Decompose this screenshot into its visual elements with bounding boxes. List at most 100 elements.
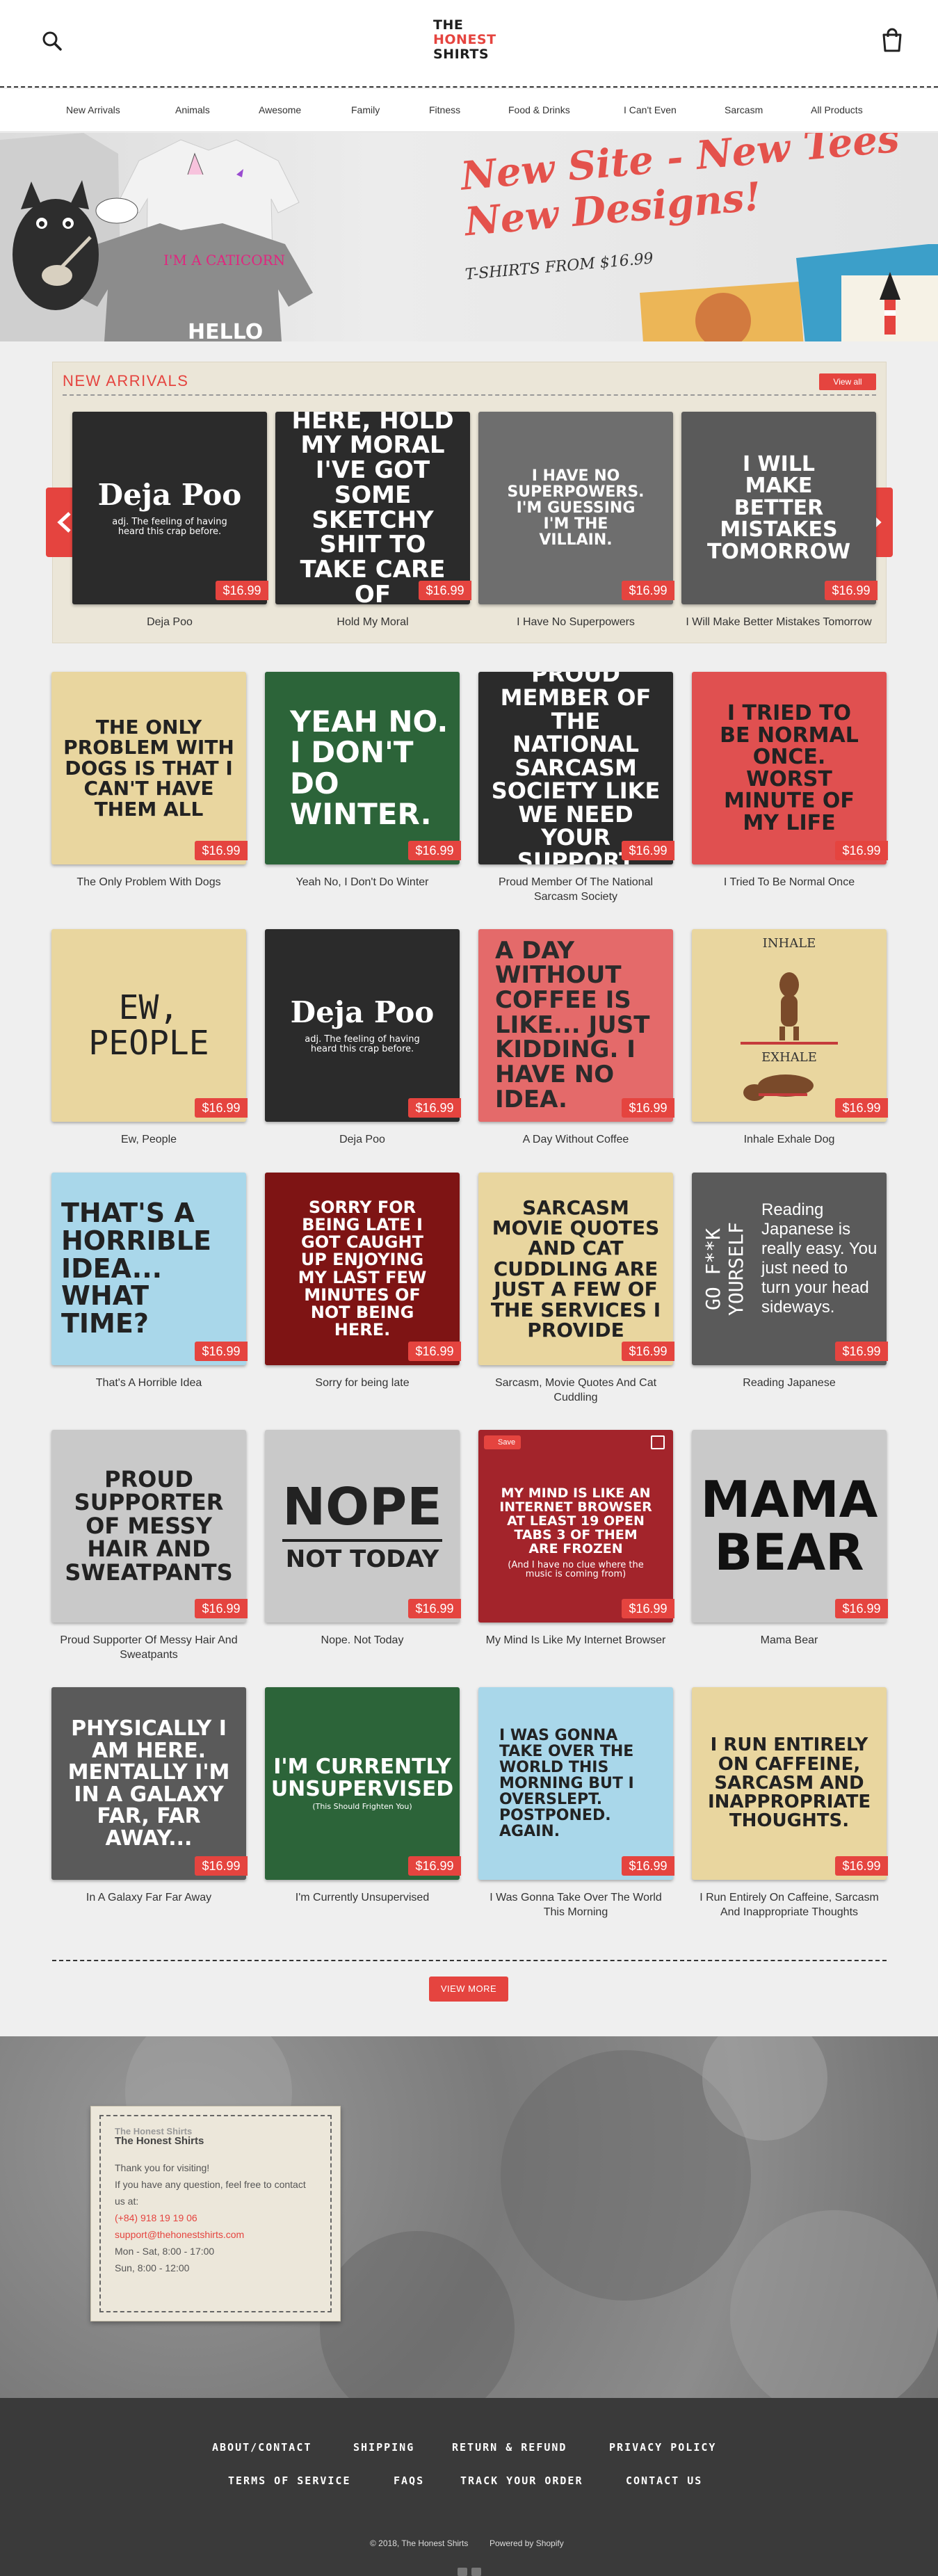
product-image[interactable]: Save MY MIND IS LIKE AN INTERNET BROWSER…	[478, 1430, 673, 1623]
product-image[interactable]: PROUD MEMBER OF THE NATIONAL SARCASM SOC…	[478, 672, 673, 864]
art-title: Deja Poo	[290, 995, 435, 1029]
product-name[interactable]: I'm Currently Unsupervised	[265, 1890, 460, 1905]
search-icon[interactable]	[42, 31, 63, 51]
contact-card-inner: The Honest Shirts The Honest Shirts Than…	[99, 2115, 332, 2312]
product-image[interactable]: Deja Poo adj. The feeling of having hear…	[265, 929, 460, 1122]
product-image[interactable]: I WILL MAKE BETTER MISTAKES TOMORROW	[681, 412, 876, 604]
product-image[interactable]: YEAH NO. I DON'T DO WINTER.	[265, 672, 460, 864]
nav-new-arrivals[interactable]: New Arrivals	[66, 104, 120, 115]
nav-awesome[interactable]: Awesome	[259, 104, 301, 115]
price-badge: $16.99	[825, 581, 878, 600]
product-name[interactable]: Inhale Exhale Dog	[692, 1132, 887, 1147]
nav-family[interactable]: Family	[351, 104, 380, 115]
footer-link-terms[interactable]: TERMS OF SERVICE	[228, 2474, 351, 2487]
product-name[interactable]: Sorry for being late	[265, 1376, 460, 1390]
product-art: PHYSICALLY I AM HERE. MENTALLY I'M IN A …	[67, 1716, 230, 1851]
powered-by-link[interactable]: Powered by Shopify	[490, 2538, 564, 2548]
product-name[interactable]: I Run Entirely On Caffeine, Sarcasm And …	[692, 1890, 887, 1919]
product-image[interactable]: I HAVE NO SUPERPOWERS. I'M GUESSING I'M …	[478, 412, 673, 604]
product-name[interactable]: A Day Without Coffee	[478, 1132, 673, 1147]
price-badge: $16.99	[622, 1342, 674, 1361]
price-badge: $16.99	[622, 841, 674, 860]
product-name[interactable]: The Only Problem With Dogs	[51, 875, 246, 889]
price-badge: $16.99	[835, 841, 888, 860]
product-name[interactable]: I Will Make Better Mistakes Tomorrow	[681, 615, 876, 629]
product-name[interactable]: My Mind Is Like My Internet Browser	[478, 1633, 673, 1648]
product-image[interactable]: HERE, HOLD MY MORAL I'VE GOT SOME SKETCH…	[275, 412, 470, 604]
price-badge: $16.99	[835, 1098, 888, 1118]
product-image[interactable]: I RUN ENTIRELY ON CAFFEINE, SARCASM AND …	[692, 1687, 887, 1880]
cart-icon[interactable]	[880, 28, 904, 53]
view-all-button[interactable]: View all	[819, 373, 876, 390]
price-badge: $16.99	[419, 581, 471, 600]
price-badge: $16.99	[195, 841, 248, 860]
nav-sarcasm[interactable]: Sarcasm	[725, 104, 763, 115]
product-image[interactable]: SORRY FOR BEING LATE I GOT CAUGHT UP ENJ…	[265, 1173, 460, 1365]
product-name[interactable]: Ew, People	[51, 1132, 246, 1147]
product-image[interactable]: NOPE NOT TODAY	[265, 1430, 460, 1623]
product-name[interactable]: I Was Gonna Take Over The World This Mor…	[478, 1890, 673, 1919]
product-image[interactable]: I WAS GONNA TAKE OVER THE WORLD THIS MOR…	[478, 1687, 673, 1880]
footer-link-shipping[interactable]: SHIPPING	[353, 2441, 414, 2454]
dog-yoga-icon	[741, 972, 838, 1101]
product-image[interactable]: I'M CURRENTLY UNSUPERVISED (This Should …	[265, 1687, 460, 1880]
product-image[interactable]: Deja Poo adj. The feeling of having hear…	[72, 412, 267, 604]
product-name[interactable]: I Have No Superpowers	[478, 615, 673, 629]
art-subtitle: (And I have no clue where the music is c…	[508, 1559, 644, 1580]
product-name[interactable]: In A Galaxy Far Far Away	[51, 1890, 246, 1905]
product-image[interactable]: MAMA BEAR	[692, 1430, 887, 1623]
logo-line-2: HONEST	[433, 32, 496, 47]
nav-fitness[interactable]: Fitness	[429, 104, 460, 115]
product-image[interactable]: SARCASM MOVIE QUOTES AND CAT CUDDLING AR…	[478, 1173, 673, 1365]
product-name[interactable]: Proud Supporter Of Messy Hair And Sweatp…	[51, 1633, 246, 1662]
product-image[interactable]: INHALE EXHALE	[692, 929, 887, 1122]
product-name[interactable]: I Tried To Be Normal Once	[692, 875, 887, 889]
product-name[interactable]: Yeah No, I Don't Do Winter	[265, 875, 460, 889]
product-image[interactable]: PROUD SUPPORTER of MESSY HAIR and SWEATP…	[51, 1430, 246, 1623]
art-subtitle: adj. The feeling of having heard this cr…	[305, 1033, 420, 1054]
product-art: MAMA BEAR	[700, 1470, 878, 1581]
footer-link-about[interactable]: ABOUT/CONTACT	[212, 2441, 312, 2454]
nav-animals[interactable]: Animals	[175, 104, 210, 115]
product-art: I HAVE NO SUPERPOWERS. I'M GUESSING I'M …	[507, 467, 645, 549]
product-image[interactable]: I TRIED TO BE NORMAL ONCE. WORST MINUTE …	[692, 672, 887, 864]
footer-link-privacy[interactable]: PRIVACY POLICY	[609, 2441, 716, 2454]
product-name[interactable]: Hold My Moral	[275, 615, 470, 629]
product-name[interactable]: Deja Poo	[72, 615, 267, 629]
product-image[interactable]: A DAY WITHOUT COFFEE IS LIKE... JUST KID…	[478, 929, 673, 1122]
product-image[interactable]: GO F**K YOURSELF Reading Japanese is rea…	[692, 1173, 887, 1365]
footer-link-faqs[interactable]: FAQS	[394, 2474, 424, 2487]
nav-i-cant-even[interactable]: I Can't Even	[624, 104, 677, 115]
hero-shirts-illustration: I'M A CATICORN HELLO	[0, 133, 313, 341]
product-art: Deja Poo adj. The feeling of having hear…	[265, 929, 460, 1122]
product-name[interactable]: Deja Poo	[265, 1132, 460, 1147]
product-image[interactable]: PHYSICALLY I AM HERE. MENTALLY I'M IN A …	[51, 1687, 246, 1880]
footer-link-contact[interactable]: CONTACT US	[626, 2474, 702, 2487]
product-name[interactable]: That's A Horrible Idea	[51, 1376, 246, 1390]
nav-all-products[interactable]: All Products	[811, 104, 863, 115]
nav-food-drinks[interactable]: Food & Drinks	[508, 104, 570, 115]
footer-link-return-refund[interactable]: RETURN & REFUND	[452, 2441, 567, 2454]
price-badge: $16.99	[408, 1342, 461, 1361]
product-image[interactable]: THE ONLY PROBLEM WITH DOGS IS THAT I CAN…	[51, 672, 246, 864]
art-exhale: EXHALE	[761, 1050, 817, 1065]
hero-banner[interactable]: I'M A CATICORN HELLO New Site - New Tees…	[0, 133, 938, 341]
product-art: A DAY WITHOUT COFFEE IS LIKE... JUST KID…	[495, 936, 650, 1113]
art-subtitle: adj. The feeling of having heard this cr…	[112, 516, 227, 537]
product-image[interactable]: EW, PEOPLE	[51, 929, 246, 1122]
product-name[interactable]: Nope. Not Today	[265, 1633, 460, 1648]
site-footer: ABOUT/CONTACT SHIPPING RETURN & REFUND P…	[0, 2398, 938, 2576]
price-badge: $16.99	[622, 1856, 674, 1876]
site-logo[interactable]: THE HONEST SHIRTS	[433, 18, 506, 67]
product-image[interactable]: THAT'S A HORRIBLE IDEA... WHAT TIME?	[51, 1173, 246, 1365]
product-name[interactable]: Reading Japanese	[692, 1376, 887, 1390]
product-art: I TRIED TO BE NORMAL ONCE. WORST MINUTE …	[720, 701, 859, 835]
product-name[interactable]: Mama Bear	[692, 1633, 887, 1648]
art-title: Deja Poo	[97, 477, 242, 512]
footer-link-track-order[interactable]: TRACK YOUR ORDER	[460, 2474, 583, 2487]
contact-phone[interactable]: (+84) 918 19 19 06	[115, 2209, 316, 2226]
contact-email[interactable]: support@thehonestshirts.com	[115, 2226, 316, 2243]
product-name[interactable]: Proud Member Of The National Sarcasm Soc…	[478, 875, 673, 904]
product-name[interactable]: Sarcasm, Movie Quotes And Cat Cuddling	[478, 1376, 673, 1405]
view-more-button[interactable]: VIEW MORE	[429, 1977, 508, 2002]
